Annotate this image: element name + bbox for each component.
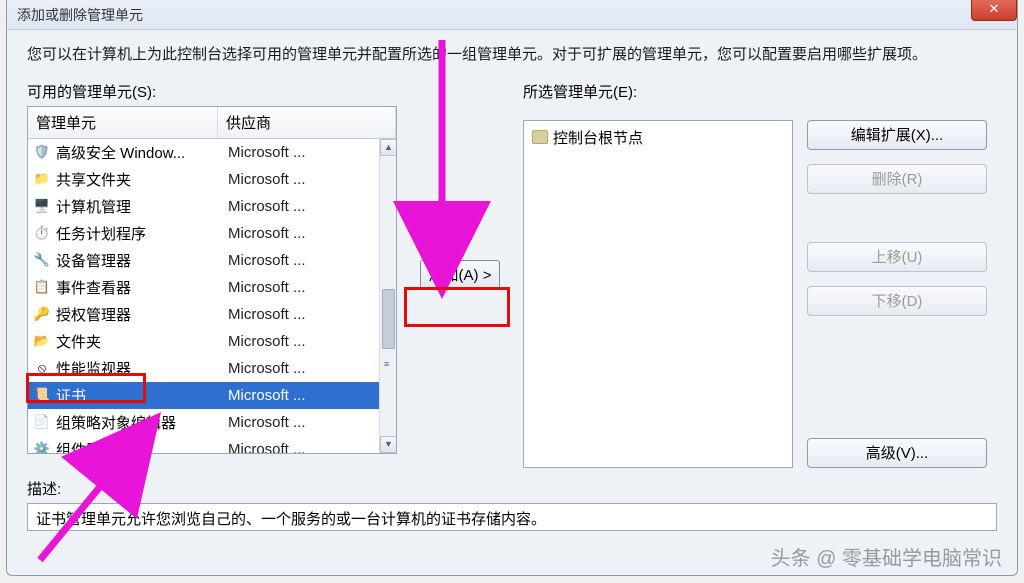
close-button[interactable]: ✕ — [971, 0, 1017, 21]
list-item[interactable]: 🛡️高级安全 Window...Microsoft ... — [28, 139, 396, 166]
item-vendor: Microsoft ... — [228, 306, 390, 323]
item-vendor: Microsoft ... — [228, 333, 390, 350]
list-item[interactable]: 📄组策略对象编辑器Microsoft ... — [28, 409, 396, 436]
dialog-window: 添加或删除管理单元 ✕ 您可以在计算机上为此控制台选择可用的管理单元并配置所选的… — [6, 0, 1018, 576]
item-icon: 📜 — [32, 387, 52, 403]
item-vendor: Microsoft ... — [228, 171, 390, 188]
remove-button: 删除(R) — [807, 164, 987, 194]
available-snapins-list[interactable]: 管理单元 供应商 ▲ ≡ ▼ 🛡️高级安全 Window...Microsoft… — [27, 106, 397, 454]
item-name: 组策略对象编辑器 — [56, 412, 228, 433]
list-item[interactable]: ⏱️任务计划程序Microsoft ... — [28, 220, 396, 247]
item-name: 计算机管理 — [56, 196, 228, 217]
window-title: 添加或删除管理单元 — [17, 5, 143, 25]
item-icon: 🔑 — [32, 306, 52, 322]
item-name: 设备管理器 — [56, 250, 228, 271]
selected-snapins-tree[interactable]: 控制台根节点 — [523, 120, 793, 468]
item-vendor: Microsoft ... — [228, 414, 390, 431]
header-name[interactable]: 管理单元 — [28, 107, 218, 138]
tree-root-label: 控制台根节点 — [553, 127, 643, 148]
item-icon: 🛡️ — [32, 144, 52, 160]
move-up-button: 上移(U) — [807, 242, 987, 272]
list-item[interactable]: 📋事件查看器Microsoft ... — [28, 274, 396, 301]
list-item[interactable]: 📜证书Microsoft ... — [28, 382, 396, 409]
list-item[interactable]: 🔧设备管理器Microsoft ... — [28, 247, 396, 274]
item-icon: 🖥️ — [32, 198, 52, 214]
scroll-mark: ≡ — [384, 359, 393, 368]
item-name: 授权管理器 — [56, 304, 228, 325]
move-down-button: 下移(D) — [807, 286, 987, 316]
item-name: 组件服 — [56, 439, 228, 453]
item-vendor: Microsoft ... — [228, 387, 390, 404]
scroll-down-arrow[interactable]: ▼ — [380, 436, 396, 453]
list-item[interactable]: 🔑授权管理器Microsoft ... — [28, 301, 396, 328]
watermark: 头条 @ 零基础学电脑常识 — [771, 542, 1002, 571]
list-item[interactable]: ⚙️ 组件服Microsoft ... — [28, 436, 396, 453]
item-icon: ⚙️ — [32, 441, 52, 453]
scroll-up-arrow[interactable]: ▲ — [380, 139, 396, 156]
item-vendor: Microsoft ... — [228, 441, 390, 453]
item-icon: ⏱️ — [32, 225, 52, 241]
item-icon: 📁 — [32, 171, 52, 187]
add-button[interactable]: 添加(A) > — [420, 260, 501, 289]
list-item[interactable]: 🖥️计算机管理Microsoft ... — [28, 193, 396, 220]
item-vendor: Microsoft ... — [228, 144, 390, 161]
available-snapins-label: 可用的管理单元(S): — [27, 81, 397, 102]
instruction-text: 您可以在计算机上为此控制台选择可用的管理单元并配置所选的一组管理单元。对于可扩展… — [27, 44, 997, 67]
item-name: 文件夹 — [56, 331, 228, 352]
item-name: 共享文件夹 — [56, 169, 228, 190]
item-vendor: Microsoft ... — [228, 252, 390, 269]
item-icon: 📂 — [32, 333, 52, 349]
item-icon: 📋 — [32, 279, 52, 295]
list-item[interactable]: 📂文件夹Microsoft ... — [28, 328, 396, 355]
scrollbar[interactable]: ▲ ≡ ▼ — [379, 139, 396, 453]
item-vendor: Microsoft ... — [228, 279, 390, 296]
advanced-button[interactable]: 高级(V)... — [807, 438, 987, 468]
item-name: 证书 — [56, 385, 228, 406]
item-vendor: Microsoft ... — [228, 360, 390, 377]
titlebar: 添加或删除管理单元 ✕ — [7, 0, 1017, 30]
list-item[interactable]: ⦸性能监视器Microsoft ... — [28, 355, 396, 382]
selected-snapins-label: 所选管理单元(E): — [523, 81, 997, 102]
item-name: 事件查看器 — [56, 277, 228, 298]
item-icon: 🔧 — [32, 252, 52, 268]
item-name: 高级安全 Window... — [56, 142, 228, 163]
item-name: 任务计划程序 — [56, 223, 228, 244]
edit-extensions-button[interactable]: 编辑扩展(X)... — [807, 120, 987, 150]
item-icon: 📄 — [32, 414, 52, 430]
item-icon: ⦸ — [32, 360, 52, 376]
item-vendor: Microsoft ... — [228, 198, 390, 215]
description-label: 描述: — [27, 478, 997, 499]
tree-root-item[interactable]: 控制台根节点 — [530, 125, 786, 150]
list-item[interactable]: 📁共享文件夹Microsoft ... — [28, 166, 396, 193]
description-text: 证书管理单元允许您浏览自己的、一个服务的或一台计算机的证书存储内容。 — [27, 503, 997, 531]
header-vendor[interactable]: 供应商 — [218, 107, 396, 138]
item-vendor: Microsoft ... — [228, 225, 390, 242]
scroll-thumb[interactable] — [382, 289, 395, 349]
item-name: 性能监视器 — [56, 358, 228, 379]
list-header: 管理单元 供应商 — [28, 107, 396, 139]
folder-icon — [532, 130, 548, 144]
